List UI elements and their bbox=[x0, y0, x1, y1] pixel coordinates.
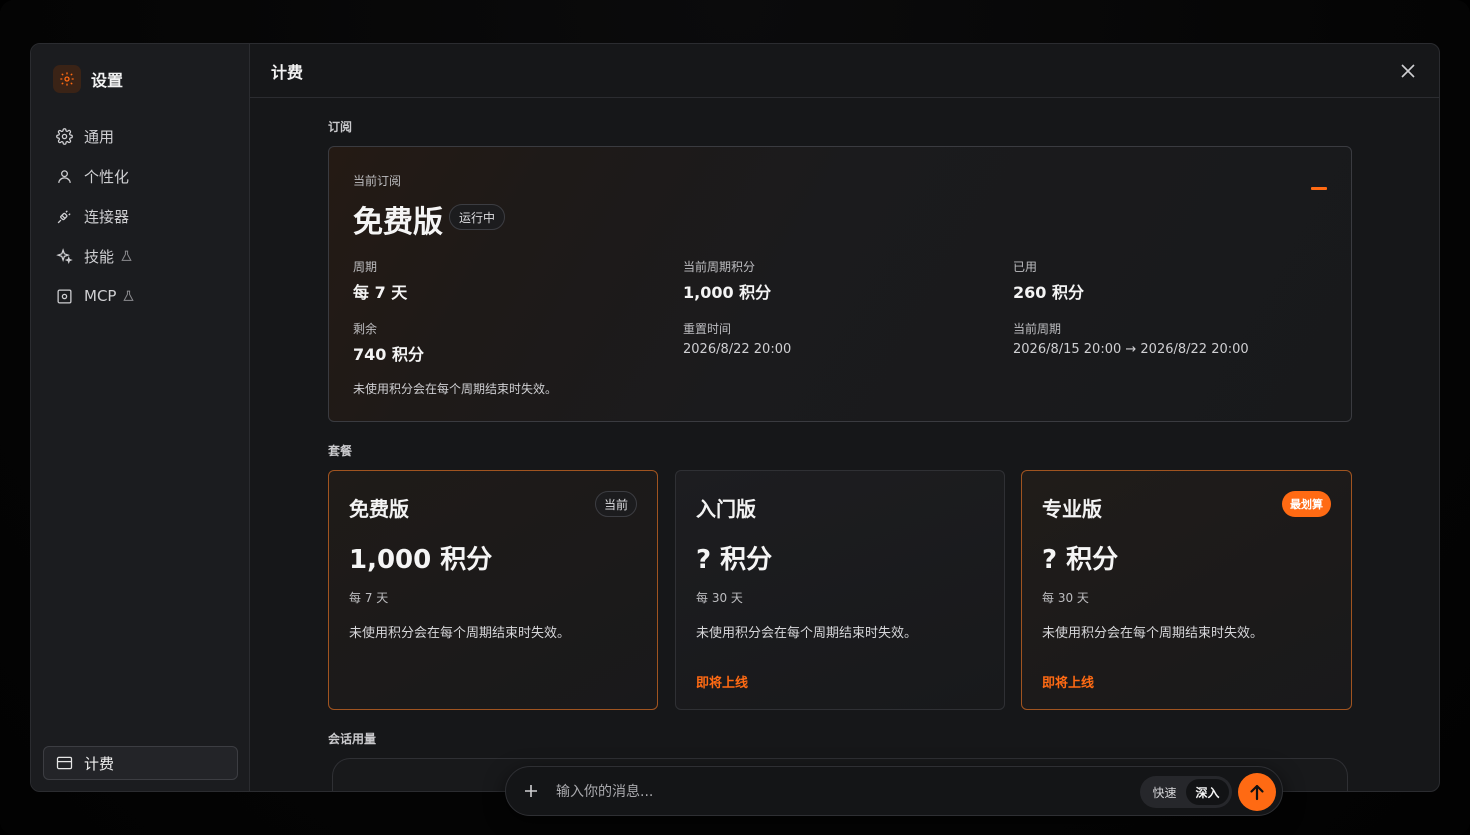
current-period-value: 2026/8/15 20:00 → 2026/8/22 20:00 bbox=[1013, 342, 1249, 357]
current-plan-name: 免费版 bbox=[353, 205, 443, 240]
sidebar-item-connectors[interactable]: 连接器 bbox=[55, 196, 135, 236]
user-icon bbox=[55, 167, 73, 185]
plan-credits: 1,000 积分 bbox=[349, 545, 493, 575]
plan-name: 免费版 bbox=[349, 497, 409, 521]
mode-deep-button[interactable]: 深入 bbox=[1186, 779, 1229, 805]
plan-name: 专业版 bbox=[1042, 497, 1102, 521]
sidebar-item-label: 通用 bbox=[84, 127, 115, 146]
arrow-up-icon bbox=[1250, 784, 1264, 801]
main-header: 计费 bbox=[250, 44, 1439, 98]
plan-card-pro[interactable]: 专业版 最划算 ? 积分 每 30 天 未使用积分会在每个周期结束时失效。 即将… bbox=[1021, 470, 1352, 710]
used-label: 已用 bbox=[1013, 260, 1038, 274]
settings-sidebar: 设置 通用 个性化 连接器 技能 MCP 计费 bbox=[31, 44, 250, 791]
plan-period: 每 30 天 bbox=[1042, 591, 1089, 605]
sidebar-item-personalization[interactable]: 个性化 bbox=[55, 156, 135, 196]
send-button[interactable] bbox=[1238, 773, 1276, 811]
billing-main: 计费 订阅 当前订阅 免费版 运行中 周期 每 7 天 当前周期积分 1,000… bbox=[250, 44, 1439, 791]
reset-time-value: 2026/8/22 20:00 bbox=[683, 342, 792, 357]
coming-soon-link[interactable]: 即将上线 bbox=[1042, 672, 1094, 691]
subscription-section-label: 订阅 bbox=[328, 120, 353, 134]
current-subscription-label: 当前订阅 bbox=[353, 174, 402, 188]
expiry-note: 未使用积分会在每个周期结束时失效。 bbox=[353, 382, 558, 396]
page-title: 计费 bbox=[271, 62, 304, 82]
sidebar-item-label: 计费 bbox=[84, 754, 115, 773]
mode-toggle: 快速 深入 bbox=[1140, 776, 1232, 808]
remaining-label: 剩余 bbox=[353, 322, 378, 336]
period-value: 每 7 天 bbox=[353, 283, 408, 302]
plan-note: 未使用积分会在每个周期结束时失效。 bbox=[1042, 626, 1264, 641]
sparkle-icon bbox=[55, 247, 73, 265]
reset-time-label: 重置时间 bbox=[683, 322, 732, 336]
sidebar-item-skills[interactable]: 技能 bbox=[55, 236, 135, 276]
sidebar-item-label: 个性化 bbox=[84, 167, 130, 186]
sidebar-title: 设置 bbox=[91, 71, 124, 90]
close-button[interactable] bbox=[1397, 60, 1419, 82]
plans-grid: 免费版 当前 1,000 积分 每 7 天 未使用积分会在每个周期结束时失效。 … bbox=[328, 470, 1352, 710]
sidebar-item-label: MCP bbox=[84, 287, 117, 305]
remaining-value: 740 积分 bbox=[353, 345, 424, 364]
settings-modal: 设置 通用 个性化 连接器 技能 MCP 计费 计费 订阅 当前订阅 免费版 运… bbox=[30, 43, 1440, 792]
plan-card-starter[interactable]: 入门版 ? 积分 每 30 天 未使用积分会在每个周期结束时失效。 即将上线 bbox=[675, 470, 1005, 710]
plan-card-free[interactable]: 免费版 当前 1,000 积分 每 7 天 未使用积分会在每个周期结束时失效。 bbox=[328, 470, 658, 710]
current-badge: 当前 bbox=[594, 491, 637, 517]
flask-icon bbox=[122, 289, 135, 303]
plug-icon bbox=[55, 207, 73, 225]
close-icon bbox=[1401, 63, 1415, 78]
coming-soon-link[interactable]: 即将上线 bbox=[696, 672, 748, 691]
plan-name: 入门版 bbox=[696, 497, 756, 521]
add-attachment-button[interactable] bbox=[522, 782, 540, 800]
plan-note: 未使用积分会在每个周期结束时失效。 bbox=[696, 626, 918, 641]
mode-fast-button[interactable]: 快速 bbox=[1143, 779, 1186, 805]
credits-label: 当前周期积分 bbox=[683, 260, 756, 274]
flask-icon bbox=[120, 249, 133, 263]
gear-icon bbox=[55, 127, 73, 145]
sidebar-item-general[interactable]: 通用 bbox=[55, 116, 135, 156]
collapse-button[interactable] bbox=[1311, 187, 1327, 190]
chat-composer: 快速 深入 bbox=[505, 766, 1283, 816]
sidebar-header: 设置 bbox=[53, 65, 123, 93]
credit-card-icon bbox=[56, 756, 73, 770]
sidebar-item-mcp[interactable]: MCP bbox=[55, 276, 135, 316]
plus-icon bbox=[525, 785, 537, 797]
plan-credits: ? 积分 bbox=[1042, 545, 1119, 575]
used-value: 260 积分 bbox=[1013, 283, 1084, 302]
plan-period: 每 7 天 bbox=[349, 591, 389, 605]
current-period-label: 当前周期 bbox=[1013, 322, 1062, 336]
sidebar-item-label: 连接器 bbox=[84, 207, 130, 226]
sidebar-nav: 通用 个性化 连接器 技能 MCP bbox=[55, 116, 135, 316]
status-badge: 运行中 bbox=[449, 204, 506, 230]
usage-section-label: 会话用量 bbox=[328, 732, 377, 746]
sidebar-item-billing[interactable]: 计费 bbox=[43, 746, 238, 780]
sidebar-item-label: 技能 bbox=[84, 247, 115, 266]
settings-logo-icon bbox=[53, 65, 81, 93]
server-icon bbox=[55, 287, 73, 305]
best-value-badge: 最划算 bbox=[1282, 491, 1331, 517]
plans-section-label: 套餐 bbox=[328, 444, 353, 458]
plan-note: 未使用积分会在每个周期结束时失效。 bbox=[349, 626, 571, 641]
plan-period: 每 30 天 bbox=[696, 591, 743, 605]
current-subscription-card: 当前订阅 免费版 运行中 周期 每 7 天 当前周期积分 1,000 积分 已用… bbox=[328, 146, 1352, 422]
period-label: 周期 bbox=[353, 260, 378, 274]
plan-credits: ? 积分 bbox=[696, 545, 773, 575]
message-input[interactable] bbox=[556, 779, 1116, 805]
credits-value: 1,000 积分 bbox=[683, 283, 772, 302]
